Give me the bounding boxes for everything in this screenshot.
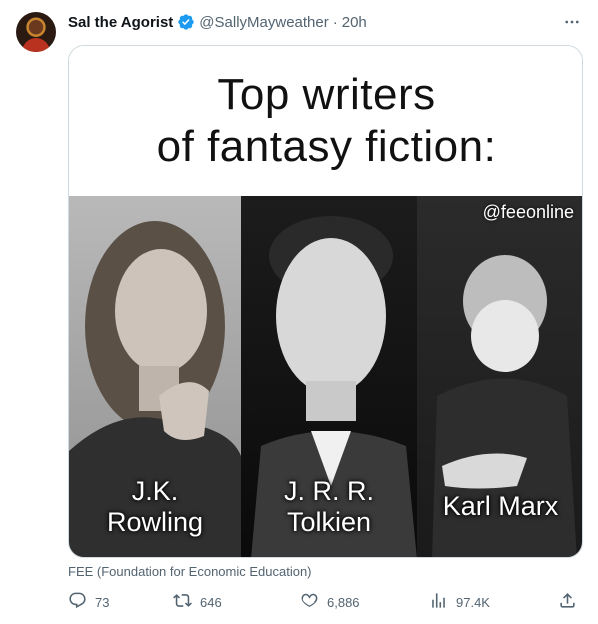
portrait-panel-marx: @feeonline Karl Marx <box>417 196 582 557</box>
retweet-icon <box>173 591 192 613</box>
portrait-panel-rowling: J.K. Rowling <box>69 196 241 557</box>
author-name[interactable]: Sal the Agorist <box>68 14 173 31</box>
heart-icon <box>300 591 319 613</box>
tweet[interactable]: Sal the Agorist @SallyMayweather · 20h T… <box>0 0 598 624</box>
like-button[interactable]: 6,886 <box>300 590 360 614</box>
tweet-actions: 73 646 6,886 97.4K <box>68 590 583 614</box>
caption-line-1: Karl Marx <box>442 491 559 521</box>
tweet-time[interactable]: 20h <box>342 14 367 31</box>
share-icon <box>558 591 577 613</box>
reply-count: 73 <box>95 594 110 610</box>
author-handle[interactable]: @SallyMayweather <box>199 14 328 31</box>
reply-icon <box>68 591 87 613</box>
media-source-label[interactable]: FEE (Foundation for Economic Education) <box>68 564 312 579</box>
caption-line-1: J.K. <box>131 476 179 506</box>
views-count: 97.4K <box>456 594 490 610</box>
retweet-count: 646 <box>200 594 222 610</box>
caption-line-2: Rowling <box>106 507 204 537</box>
meme-title: Top writers of fantasy fiction: <box>69 46 582 196</box>
views-icon <box>429 591 448 613</box>
meme-title-line-2: of fantasy fiction: <box>156 122 497 171</box>
caption-line-2: Tolkien <box>286 507 372 537</box>
tweet-media-image[interactable]: Top writers of fantasy fiction: J.K. Row… <box>68 45 583 558</box>
views-button[interactable]: 97.4K <box>429 590 490 614</box>
more-options-icon[interactable] <box>562 12 582 32</box>
meme-title-line-1: Top writers <box>217 70 436 119</box>
caption-line-1: J. R. R. <box>283 476 374 506</box>
watermark-text: @feeonline <box>482 202 574 222</box>
avatar[interactable] <box>16 12 56 52</box>
verified-badge-icon <box>177 13 195 31</box>
separator-dot: · <box>332 13 338 31</box>
share-button[interactable] <box>558 590 577 614</box>
like-count: 6,886 <box>327 594 360 610</box>
retweet-button[interactable]: 646 <box>173 590 222 614</box>
portrait-panel-tolkien: J. R. R. Tolkien <box>241 196 417 557</box>
reply-button[interactable]: 73 <box>68 590 109 614</box>
tweet-header: Sal the Agorist @SallyMayweather · 20h <box>68 12 367 32</box>
